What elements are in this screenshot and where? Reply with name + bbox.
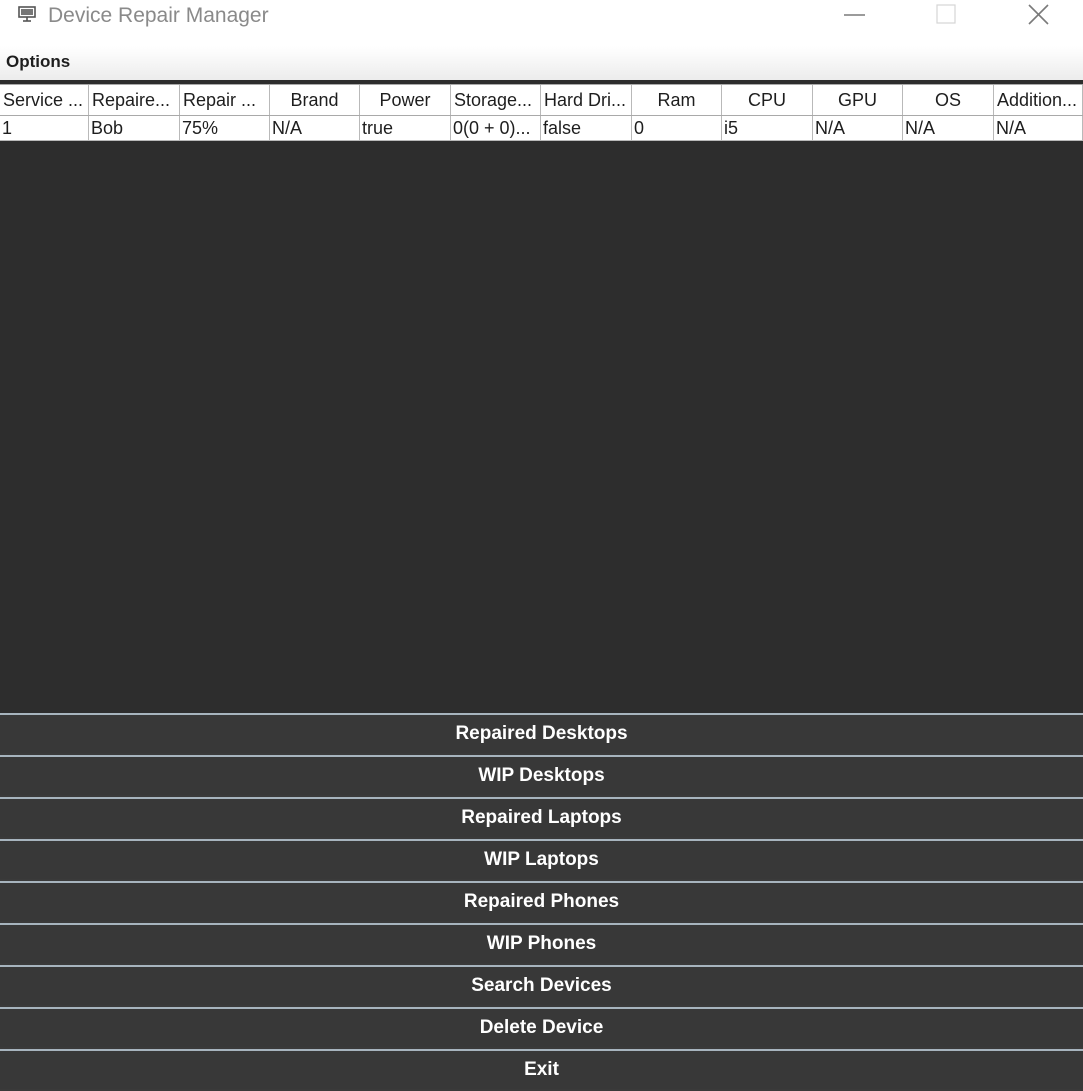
action-button-panel: Repaired Desktops WIP Desktops Repaired … xyxy=(0,713,1083,1091)
table-cell[interactable]: N/A xyxy=(994,116,1083,140)
menu-options[interactable]: Options xyxy=(6,52,70,72)
menu-bar: Options xyxy=(0,46,1083,80)
title-bar: Device Repair Manager xyxy=(0,0,1083,32)
table-cell[interactable]: N/A xyxy=(903,116,994,140)
minimize-button[interactable] xyxy=(832,0,878,32)
column-header-service[interactable]: Service ... xyxy=(0,85,89,115)
column-header-repairer[interactable]: Repaire... xyxy=(89,85,180,115)
maximize-button[interactable] xyxy=(922,0,968,32)
table-cell[interactable]: 1 xyxy=(0,116,89,140)
exit-button[interactable]: Exit xyxy=(0,1049,1083,1089)
column-header-hard-drive[interactable]: Hard Dri... xyxy=(541,85,632,115)
table-cell[interactable]: 75% xyxy=(180,116,270,140)
table-cell[interactable]: N/A xyxy=(270,116,360,140)
wip-laptops-button[interactable]: WIP Laptops xyxy=(0,839,1083,879)
device-table: Service ... Repaire... Repair ... Brand … xyxy=(0,80,1083,713)
maximize-icon xyxy=(936,4,956,24)
column-header-power[interactable]: Power xyxy=(360,85,451,115)
column-header-ram[interactable]: Ram xyxy=(632,85,722,115)
column-header-cpu[interactable]: CPU xyxy=(722,85,813,115)
column-header-storage[interactable]: Storage... xyxy=(451,85,541,115)
delete-device-button[interactable]: Delete Device xyxy=(0,1007,1083,1047)
repaired-phones-button[interactable]: Repaired Phones xyxy=(0,881,1083,921)
table-cell[interactable]: Bob xyxy=(89,116,180,140)
table-cell[interactable]: i5 xyxy=(722,116,813,140)
wip-desktops-button[interactable]: WIP Desktops xyxy=(0,755,1083,795)
column-header-brand[interactable]: Brand xyxy=(270,85,360,115)
close-icon xyxy=(1028,4,1049,25)
repaired-desktops-button[interactable]: Repaired Desktops xyxy=(0,713,1083,753)
repaired-laptops-button[interactable]: Repaired Laptops xyxy=(0,797,1083,837)
table-cell[interactable]: N/A xyxy=(813,116,903,140)
table-cell[interactable]: 0 xyxy=(632,116,722,140)
table-cell[interactable]: true xyxy=(360,116,451,140)
column-header-additional[interactable]: Addition... xyxy=(994,85,1083,115)
wip-phones-button[interactable]: WIP Phones xyxy=(0,923,1083,963)
monitor-icon xyxy=(18,6,36,22)
table-cell[interactable]: 0(0 + 0)... xyxy=(451,116,541,140)
minimize-icon xyxy=(844,14,865,16)
table-cell[interactable]: false xyxy=(541,116,632,140)
column-header-os[interactable]: OS xyxy=(903,85,994,115)
close-button[interactable] xyxy=(1016,0,1062,32)
column-header-repair[interactable]: Repair ... xyxy=(180,85,270,115)
table-row[interactable]: 1 Bob 75% N/A true 0(0 + 0)... false 0 i… xyxy=(0,116,1083,141)
search-devices-button[interactable]: Search Devices xyxy=(0,965,1083,1005)
table-header: Service ... Repaire... Repair ... Brand … xyxy=(0,84,1083,116)
column-header-gpu[interactable]: GPU xyxy=(813,85,903,115)
window-title: Device Repair Manager xyxy=(48,4,269,27)
